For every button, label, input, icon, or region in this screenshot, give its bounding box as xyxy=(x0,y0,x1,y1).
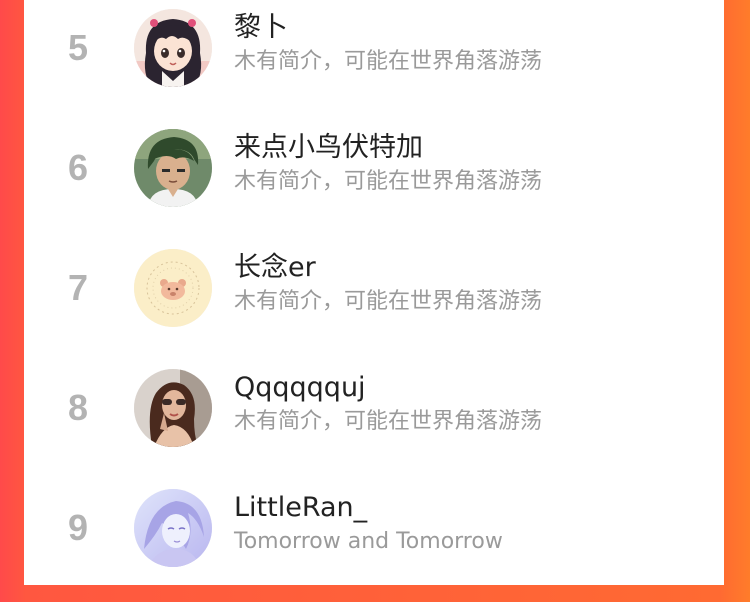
user-bio: Tomorrow and Tomorrow xyxy=(234,529,503,554)
user-name[interactable]: LittleRan_ xyxy=(234,491,367,525)
user-bio: 木有简介，可能在世界角落游荡 xyxy=(234,409,543,434)
ranking-row[interactable]: 9 LittleRan_ Tomorrow and Tomorrow xyxy=(24,482,724,602)
ranking-row[interactable]: 7 长念er 木有简介，可能在世界角落游荡 xyxy=(24,242,724,362)
rank-number: 5 xyxy=(67,27,89,68)
user-name[interactable]: Qqqqqquj xyxy=(234,371,366,405)
user-name[interactable]: 长念er xyxy=(234,251,316,285)
illustrated-girl-avatar-icon[interactable] xyxy=(134,489,212,567)
user-bio: 木有简介，可能在世界角落游荡 xyxy=(234,289,543,314)
photo-woman-avatar-icon[interactable] xyxy=(134,369,212,447)
user-bio: 木有简介，可能在世界角落游荡 xyxy=(234,49,543,74)
user-bio: 木有简介，可能在世界角落游荡 xyxy=(234,169,543,194)
rank-number: 8 xyxy=(67,387,89,428)
user-name[interactable]: 黎卜 xyxy=(234,11,288,45)
bear-stamp-avatar-icon[interactable] xyxy=(134,249,212,327)
rank-number: 7 xyxy=(67,267,89,308)
ranking-row[interactable]: 6 来点小鸟伏特加 木有简介，可能在世界角落游荡 xyxy=(24,122,724,242)
anime-boy-avatar-icon[interactable] xyxy=(134,129,212,207)
anime-girl-avatar-icon[interactable] xyxy=(134,9,212,87)
ranking-row[interactable]: 5 黎卜 木有简介，可能在世界角落游荡 xyxy=(24,2,724,122)
rank-number: 6 xyxy=(67,147,89,188)
ranking-list: 5 黎卜 木有简介，可能在世界角落游荡 6 来点小鸟伏特加 木有简介，可能在世界… xyxy=(24,0,724,585)
ranking-row[interactable]: 8 Qqqqqquj 木有简介，可能在世界角落游荡 xyxy=(24,362,724,482)
rank-number: 9 xyxy=(67,507,89,548)
user-name[interactable]: 来点小鸟伏特加 xyxy=(234,131,423,165)
